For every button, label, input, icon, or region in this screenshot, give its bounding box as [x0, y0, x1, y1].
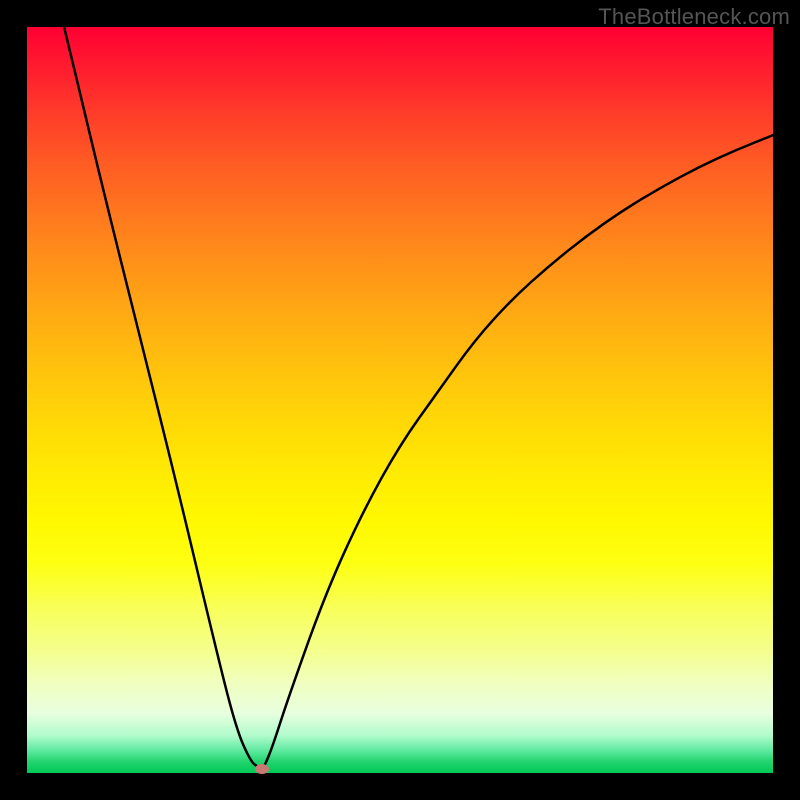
- bottleneck-curve: [27, 27, 773, 773]
- plot-area: [27, 27, 773, 773]
- optimal-point-marker: [255, 764, 269, 774]
- watermark-label: TheBottleneck.com: [598, 4, 790, 30]
- chart-frame: TheBottleneck.com: [0, 0, 800, 800]
